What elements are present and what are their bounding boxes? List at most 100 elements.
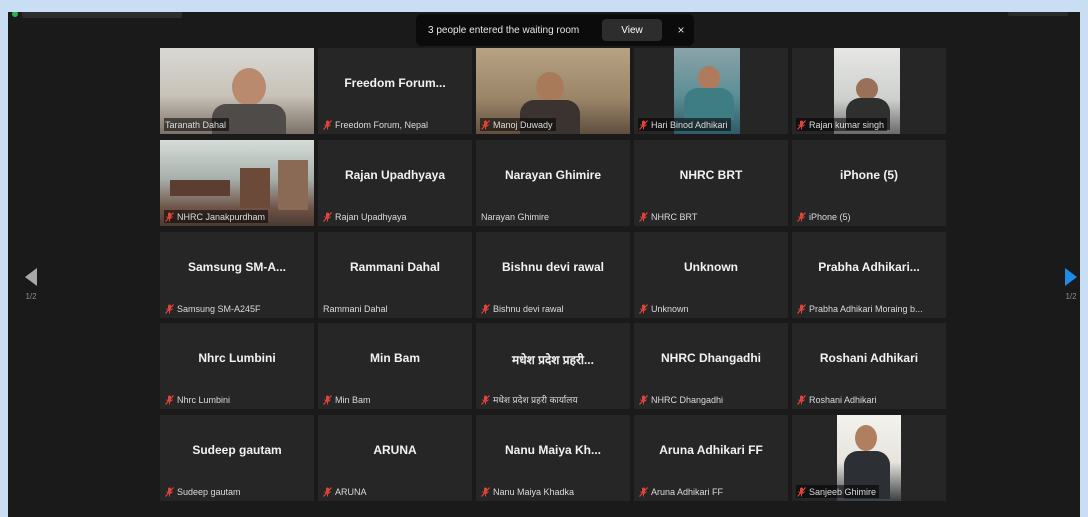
participant-name: Bishnu devi rawal [493,303,564,314]
muted-mic-icon [481,486,490,497]
participant-name: Min Bam [335,394,371,405]
participant-name: Rammani Dahal [323,303,388,314]
participant-name-label: Unknown [638,302,692,315]
muted-mic-icon [165,303,174,314]
connection-status-icon [12,12,18,17]
view-waiting-room-button[interactable]: View [602,19,662,41]
muted-mic-icon [797,394,806,405]
participant-name: Nanu Maiya Khadka [493,486,575,497]
participant-display-name: Roshani Adhikari [819,351,919,365]
participant-tile[interactable]: NHRC BRT NHRC BRT [634,140,788,226]
meeting-window: 3 people entered the waiting room View ×… [8,12,1080,517]
participant-name: Roshani Adhikari [809,394,877,405]
participant-tile[interactable]: Hari Binod Adhikari [634,48,788,134]
participant-display-name: Freedom Forum... [344,76,446,90]
participant-tile[interactable]: Unknown Unknown [634,232,788,318]
participant-tile[interactable]: Taranath Dahal [160,48,314,134]
room-furniture [278,160,308,210]
participant-name-label: Nhrc Lumbini [164,393,233,406]
muted-mic-icon [323,486,332,497]
participant-name-label: Nanu Maiya Khadka [480,485,577,498]
arrow-right-icon [1065,268,1077,286]
muted-mic-icon [481,303,490,314]
muted-mic-icon [165,211,174,222]
participant-tile[interactable]: Aruna Adhikari FF Aruna Adhikari FF [634,415,788,501]
participant-tile[interactable]: Narayan Ghimire Narayan Ghimire [476,140,630,226]
participant-name: NHRC Janakpurdham [177,211,266,222]
participant-tile[interactable]: ARUNA ARUNA [318,415,472,501]
notification-text: 3 people entered the waiting room [428,24,580,36]
room-furniture [240,168,270,208]
participant-name-label: Taranath Dahal [164,118,230,131]
participant-tile[interactable]: Rammani Dahal Rammani Dahal [318,232,472,318]
participant-tile[interactable]: Rajan kumar singh [792,48,946,134]
participant-name-label: Min Bam [322,393,374,406]
muted-mic-icon [797,119,806,130]
participant-tile[interactable]: Min Bam Min Bam [318,323,472,409]
participant-name: Narayan Ghimire [481,211,550,222]
participant-tile[interactable]: Roshani Adhikari Roshani Adhikari [792,323,946,409]
participant-display-name: Rajan Upadhyaya [344,168,446,182]
muted-mic-icon [639,303,648,314]
participant-name-label: Narayan Ghimire [480,210,552,223]
muted-mic-icon [639,486,648,497]
participant-display-name: मधेश प्रदेश प्रहरी... [512,353,594,367]
participant-name-label: Sanjeeb Ghimire [796,485,880,498]
muted-mic-icon [797,486,806,497]
muted-mic-icon [481,394,490,405]
room-furniture [170,180,230,196]
participant-name-label: Aruna Adhikari FF [638,485,726,498]
participant-display-name: Prabha Adhikari... [818,260,920,274]
participant-name: Sanjeeb Ghimire [809,486,877,497]
muted-mic-icon [639,119,648,130]
participant-tile[interactable]: Sudeep gautam Sudeep gautam [160,415,314,501]
participant-name: NHRC Dhangadhi [651,394,724,405]
participant-tile[interactable]: Nhrc Lumbini Nhrc Lumbini [160,323,314,409]
participant-display-name: NHRC Dhangadhi [661,351,761,365]
participant-tile[interactable]: मधेश प्रदेश प्रहरी... मधेश प्रदेश प्रहरी … [476,323,630,409]
participant-name-label: Rajan Upadhyaya [322,210,410,223]
participant-tile[interactable]: Bishnu devi rawal Bishnu devi rawal [476,232,630,318]
view-options-button[interactable] [1008,12,1068,16]
participant-display-name: Bishnu devi rawal [501,260,605,274]
previous-page-button[interactable]: 1/2 [22,268,40,301]
participant-name-label: Samsung SM-A245F [164,302,264,315]
participant-name: Taranath Dahal [165,119,227,130]
participant-name: Sudeep gautam [177,486,241,497]
participant-tile[interactable]: Prabha Adhikari... Prabha Adhikari Morain… [792,232,946,318]
muted-mic-icon [165,394,174,405]
participant-tile[interactable]: Nanu Maiya Kh... Nanu Maiya Khadka [476,415,630,501]
muted-mic-icon [639,394,648,405]
meeting-info-button[interactable] [22,12,182,18]
participant-name-label: iPhone (5) [796,210,854,223]
participant-tile[interactable]: Samsung SM-A... Samsung SM-A245F [160,232,314,318]
muted-mic-icon [165,486,174,497]
participant-face [855,425,877,451]
participant-display-name: Nanu Maiya Kh... [504,443,602,457]
participant-tile[interactable]: iPhone (5) iPhone (5) [792,140,946,226]
participant-name-label: Rammani Dahal [322,302,391,315]
participant-tile[interactable]: Manoj Duwady [476,48,630,134]
participant-name-label: NHRC Janakpurdham [164,210,269,223]
participant-face [856,78,878,100]
participant-tile[interactable]: Freedom Forum... Freedom Forum, Nepal [318,48,472,134]
muted-mic-icon [323,119,332,130]
participant-name: Nhrc Lumbini [177,394,231,405]
muted-mic-icon [481,119,490,130]
participant-display-name: ARUNA [373,443,417,457]
participant-display-name: Min Bam [369,351,420,365]
next-page-button[interactable]: 1/2 [1062,268,1080,301]
muted-mic-icon [797,303,806,314]
page-indicator-left: 1/2 [25,292,37,301]
participant-body [684,88,734,120]
participant-display-name: Aruna Adhikari FF [659,443,763,457]
close-icon[interactable]: × [674,23,688,37]
participant-name: Rajan kumar singh [809,119,885,130]
participant-name: Samsung SM-A245F [177,303,261,314]
participant-face [536,72,564,102]
participant-tile[interactable]: Sanjeeb Ghimire [792,415,946,501]
participant-tile[interactable]: NHRC Dhangadhi NHRC Dhangadhi [634,323,788,409]
participant-tile[interactable]: NHRC Janakpurdham [160,140,314,226]
participant-name: Aruna Adhikari FF [651,486,724,497]
participant-tile[interactable]: Rajan Upadhyaya Rajan Upadhyaya [318,140,472,226]
